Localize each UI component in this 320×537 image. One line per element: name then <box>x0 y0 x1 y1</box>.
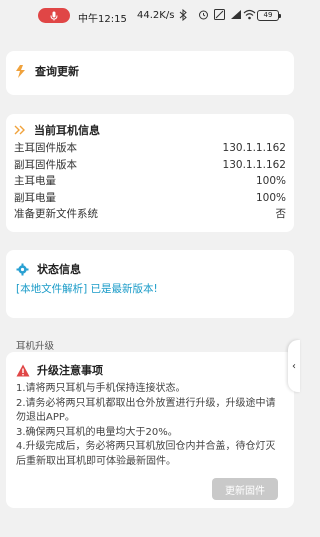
current-info-card: 当前耳机信息 主耳固件版本 130.1.1.162 副耳固件版本 130.1.1… <box>6 114 294 232</box>
current-info-header: 当前耳机信息 <box>14 122 100 138</box>
network-speed: 44.2K/s <box>137 10 175 21</box>
update-firmware-button[interactable]: 更新固件 <box>212 478 278 500</box>
status-info-header: 状态信息 <box>16 261 81 277</box>
info-value: 130.1.1.162 <box>222 158 286 171</box>
battery-indicator: 49 <box>257 10 281 21</box>
info-value: 否 <box>275 208 287 220</box>
info-value: 100% <box>255 191 286 204</box>
info-row-primary-firmware: 主耳固件版本 130.1.1.162 <box>14 140 286 157</box>
upgrade-title: 升级注意事项 <box>37 364 103 377</box>
upgrade-card: 升级注意事项 1.请将两只耳机与手机保持连接状态。 2.请务必将两只耳机都取出仓… <box>6 352 294 508</box>
chevron-left-icon: ‹ <box>292 360 296 372</box>
status-message: [本地文件解析] 已是最新版本! <box>16 283 158 295</box>
recording-indicator[interactable] <box>38 8 70 23</box>
check-update-title: 查询更新 <box>35 65 79 78</box>
status-info-card: 状态信息 [本地文件解析] 已是最新版本! <box>6 250 294 318</box>
status-bar: 中午12:15 44.2K/s 49 <box>0 0 300 30</box>
double-chevron-icon <box>14 125 25 135</box>
info-row-file-system: 准备更新文件系统 否 <box>14 206 286 223</box>
upgrade-header: 升级注意事项 <box>16 362 103 378</box>
info-label: 主耳电量 <box>14 175 56 187</box>
info-row-primary-battery: 主耳电量 100% <box>14 173 286 190</box>
info-row-secondary-firmware: 副耳固件版本 130.1.1.162 <box>14 157 286 174</box>
alarm-icon <box>199 10 208 20</box>
info-row-secondary-battery: 副耳电量 100% <box>14 190 286 207</box>
status-info-title: 状态信息 <box>37 263 81 276</box>
refresh-icon <box>16 64 25 78</box>
clock: 中午12:15 <box>78 14 127 25</box>
info-value: 100% <box>255 175 286 187</box>
upgrade-note: 4.升级完成后，务必将两只耳机放回仓内并合盖，待仓灯灭后重新取出耳机即可体验最新… <box>16 441 276 467</box>
info-label: 准备更新文件系统 <box>14 208 98 220</box>
info-list: 主耳固件版本 130.1.1.162 副耳固件版本 130.1.1.162 主耳… <box>14 140 286 223</box>
upgrade-section-label: 耳机升级 <box>16 341 55 352</box>
upgrade-note: 2.请务必将两只耳机都取出仓外放置进行升级，升级途中请勿退出APP。 <box>16 397 276 424</box>
warning-icon <box>16 364 30 376</box>
microphone-icon <box>50 11 58 20</box>
side-drawer-handle[interactable]: ‹ <box>288 340 300 392</box>
upgrade-note: 1.请将两只耳机与手机保持连接状态。 <box>16 383 186 394</box>
info-label: 副耳电量 <box>14 191 56 204</box>
upgrade-notes: 1.请将两只耳机与手机保持连接状态。 2.请务必将两只耳机都取出仓外放置进行升级… <box>16 382 284 469</box>
info-label: 主耳固件版本 <box>14 142 77 154</box>
info-label: 副耳固件版本 <box>14 158 77 171</box>
signal-icon <box>214 9 225 20</box>
current-info-title: 当前耳机信息 <box>34 124 100 137</box>
gear-icon <box>16 263 29 275</box>
cellular-icon <box>231 10 241 19</box>
info-value: 130.1.1.162 <box>222 142 286 154</box>
wifi-icon <box>243 9 256 20</box>
upgrade-note: 3.确保两只耳机的电量均大于20%。 <box>16 426 178 438</box>
check-update-row[interactable]: 查询更新 <box>14 63 79 79</box>
check-update-card[interactable]: 查询更新 <box>6 51 294 95</box>
bluetooth-icon <box>179 9 187 21</box>
